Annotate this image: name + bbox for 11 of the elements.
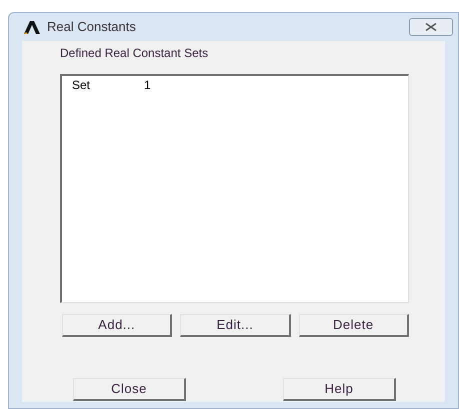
close-icon[interactable] xyxy=(409,18,453,36)
logo-icon xyxy=(23,20,41,34)
dialog-button[interactable]: Help xyxy=(283,378,396,401)
list-item[interactable]: Set 1 xyxy=(62,78,408,92)
section-heading: Defined Real Constant Sets xyxy=(60,45,210,61)
dialog-button[interactable]: Delete xyxy=(298,314,409,337)
dialog-button[interactable]: Add... xyxy=(62,314,172,337)
dialog-button[interactable]: Close xyxy=(73,378,186,401)
window-title: Real Constants xyxy=(47,18,137,36)
sets-list[interactable]: Set 1 xyxy=(60,74,409,303)
dialog-button[interactable]: Edit... xyxy=(180,314,291,337)
